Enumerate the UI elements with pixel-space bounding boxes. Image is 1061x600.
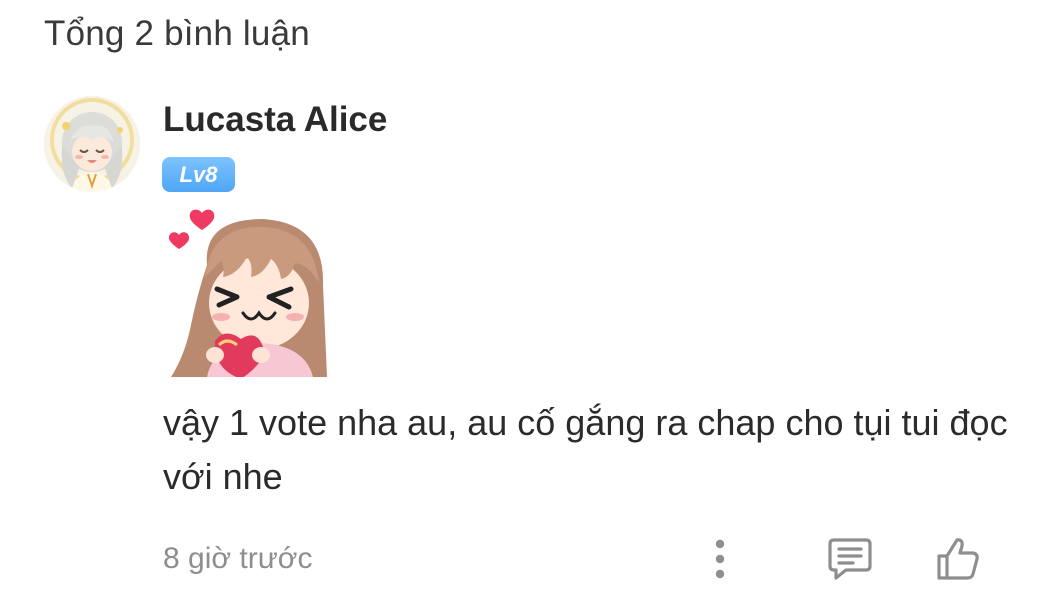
- level-badge: Lv8: [162, 157, 235, 192]
- comments-total: Tổng 2 bình luận: [44, 14, 310, 53]
- like-button[interactable]: [930, 534, 986, 584]
- more-options-button[interactable]: [700, 534, 740, 584]
- comments-section: Tổng 2 bình luận Lucasta Alice Lv8 vậy 1…: [0, 0, 1061, 600]
- sticker-image: [163, 205, 331, 379]
- more-vertical-icon: [715, 539, 725, 579]
- heart-icon: [189, 209, 215, 230]
- comment-text: vậy 1 vote nha au, au cố gắng ra chap ch…: [163, 402, 1008, 497]
- reply-button[interactable]: [822, 534, 878, 584]
- avatar[interactable]: [44, 96, 140, 192]
- comment-username[interactable]: Lucasta Alice: [163, 100, 387, 140]
- comment-timestamp: 8 giờ trước: [163, 542, 313, 575]
- thumbs-up-icon: [937, 538, 979, 580]
- heart-icon: [168, 232, 190, 249]
- reply-comment-icon: [828, 538, 872, 580]
